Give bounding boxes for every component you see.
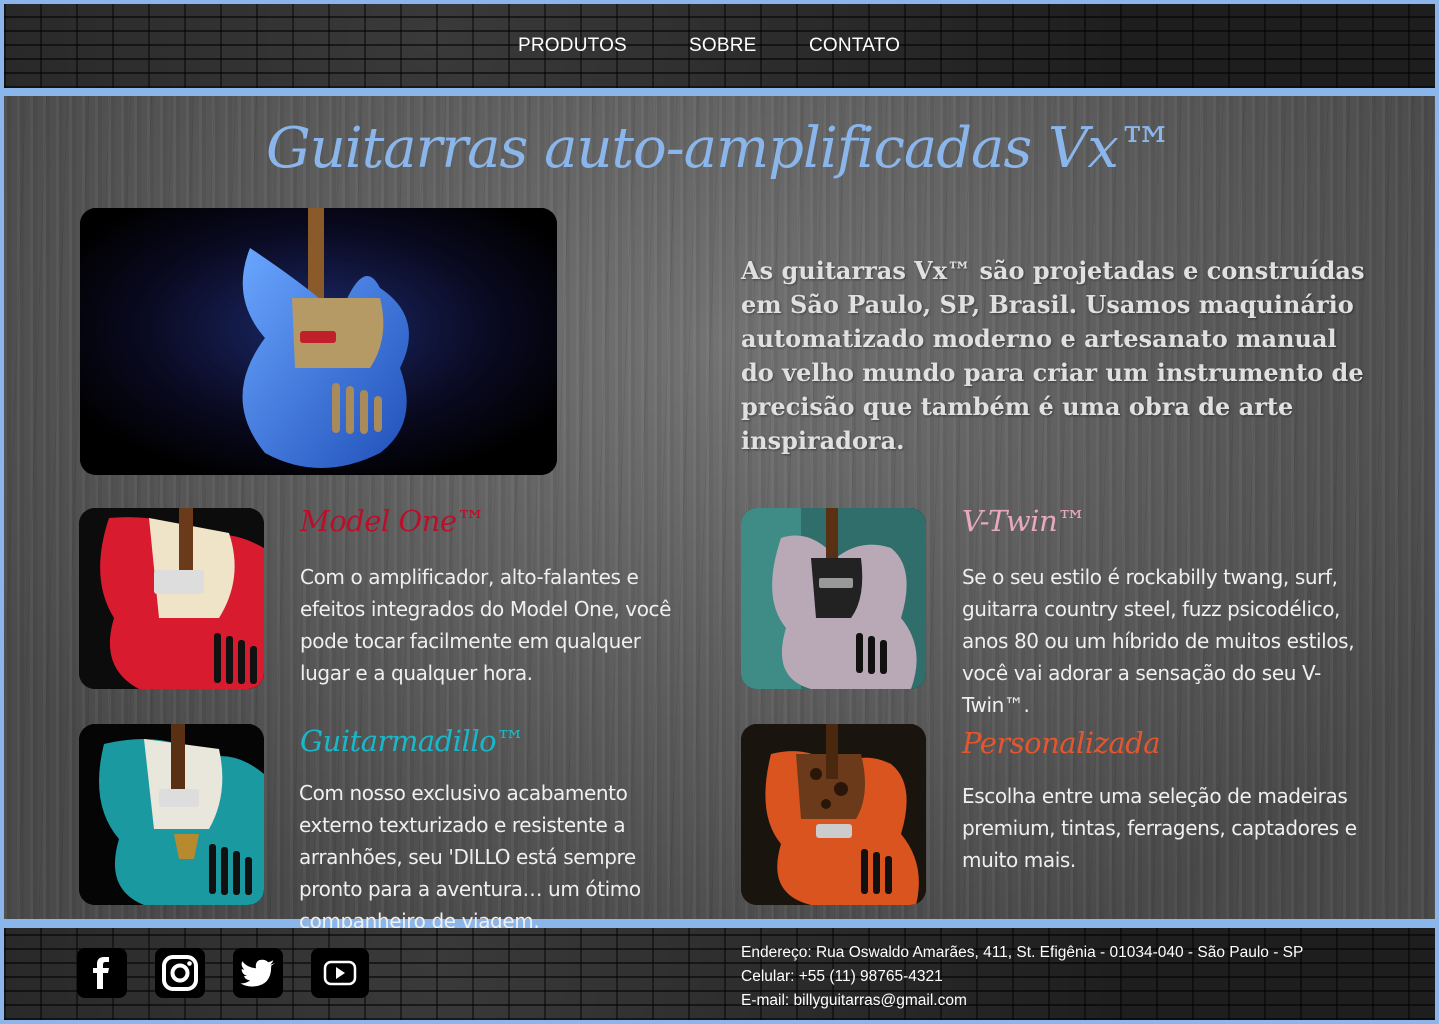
guitarmadillo-description: Com nosso exclusivo acabamento externo t… <box>299 781 641 933</box>
youtube-icon <box>311 948 369 998</box>
hero-guitar-image <box>80 208 557 475</box>
instagram-icon <box>155 948 205 998</box>
guitarmadillo-image <box>79 724 264 905</box>
twitter-icon <box>233 948 283 998</box>
page-title: Guitarras auto-amplificadas Vx™ <box>266 116 1174 181</box>
nav-link-sobre[interactable]: SOBRE <box>689 35 757 57</box>
contact-email: E-mail: billyguitarras@gmail.com <box>741 992 967 1009</box>
facebook-icon <box>77 948 127 998</box>
contact-address: Endereço: Rua Oswaldo Amarães, 411, St. … <box>741 944 1304 961</box>
intro-text: As guitarras Vx™ são projetadas e constr… <box>741 256 1365 455</box>
v-twin-description: Se o seu estilo é rockabilly twang, surf… <box>962 565 1355 717</box>
youtube-link[interactable] <box>311 948 369 998</box>
contact-phone: Celular: +55 (11) 98765-4321 <box>741 968 943 985</box>
nav-link-contato[interactable]: CONTATO <box>809 35 900 57</box>
main-nav: PRODUTOS SOBRE CONTATO <box>4 35 1435 63</box>
model-one-title: Model One™ <box>300 504 486 538</box>
personalizada-image <box>741 724 926 905</box>
twitter-link[interactable] <box>233 948 283 998</box>
facebook-link[interactable] <box>77 948 127 998</box>
model-one-description: Com o amplificador, alto-falantes e efei… <box>300 565 672 685</box>
site-header: PRODUTOS SOBRE CONTATO <box>4 4 1435 88</box>
personalizada-title: Personalizada <box>962 726 1161 760</box>
contact-info: Endereço: Rua Oswaldo Amarães, 411, St. … <box>741 941 1303 1013</box>
site-footer: Endereço: Rua Oswaldo Amarães, 411, St. … <box>4 928 1435 1020</box>
v-twin-title: V-Twin™ <box>962 504 1086 538</box>
personalizada-description: Escolha entre uma seleção de madeiras pr… <box>962 784 1357 872</box>
instagram-link[interactable] <box>155 948 205 998</box>
main-content: Guitarras auto-amplificadas Vx™ As guita… <box>4 96 1435 933</box>
model-one-image <box>79 508 264 689</box>
nav-link-produtos[interactable]: PRODUTOS <box>518 35 627 57</box>
guitarmadillo-title: Guitarmadillo™ <box>300 724 525 758</box>
v-twin-image <box>741 508 926 689</box>
